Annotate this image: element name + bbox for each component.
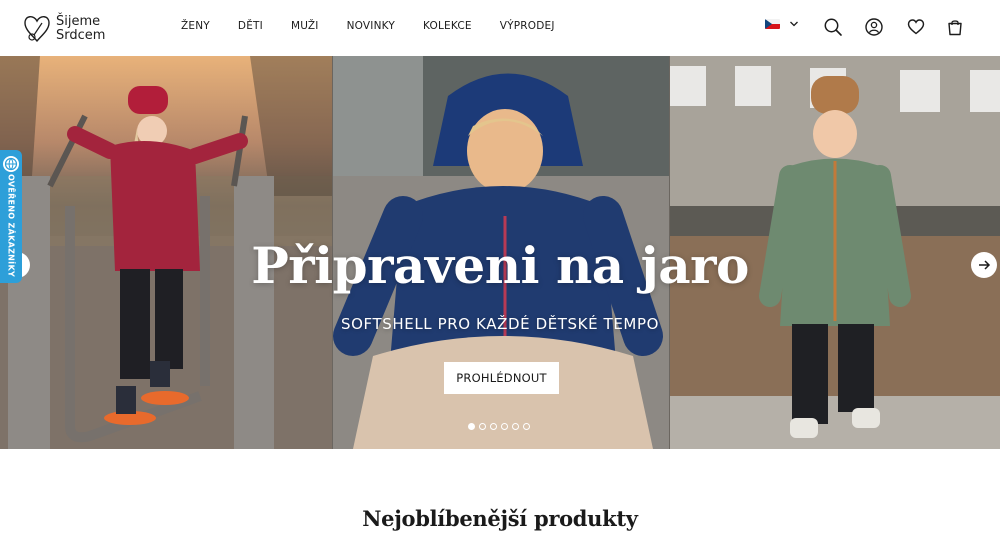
verified-badge-text: OVĚŘENO ZÁKAZNÍKY	[6, 173, 16, 278]
hero-subtitle: SOFTSHELL PRO KAŽDÉ DĚTSKÉ TEMPO	[341, 315, 659, 333]
heart-icon[interactable]	[906, 17, 926, 37]
heart-scissors-logo-icon	[24, 16, 50, 43]
search-icon[interactable]	[823, 17, 843, 37]
hero-title: Připraveni na jaro	[251, 236, 749, 295]
language-selector[interactable]	[765, 19, 799, 29]
slider-dot-2[interactable]	[479, 423, 486, 430]
site-header: Šijeme Srdcem ŽENY DĚTI MUŽI NOVINKY KOL…	[0, 0, 1000, 56]
verified-customers-badge[interactable]: OVĚŘENO ZÁKAZNÍKY	[0, 150, 22, 283]
logo-text: Šijeme Srdcem	[56, 15, 105, 43]
main-nav: ŽENY DĚTI MUŽI NOVINKY KOLEKCE VÝPRODEJ	[181, 20, 583, 32]
hero-cta-button[interactable]: PROHLÉDNOUT	[444, 362, 559, 394]
shopping-bag-icon[interactable]	[945, 17, 965, 37]
nav-item-novinky[interactable]: NOVINKY	[347, 20, 395, 32]
slider-dot-6[interactable]	[523, 423, 530, 430]
section-title-popular-products: Nejoblíbenější produkty	[362, 506, 638, 531]
chevron-down-icon	[790, 21, 798, 27]
nav-item-muzi[interactable]: MUŽI	[291, 20, 319, 32]
nav-item-zeny[interactable]: ŽENY	[181, 20, 210, 32]
slider-dot-3[interactable]	[490, 423, 497, 430]
slider-next-button[interactable]	[971, 252, 997, 278]
account-icon[interactable]	[864, 17, 884, 37]
logo-line-2: Srdcem	[56, 28, 106, 43]
arrow-right-icon	[979, 260, 991, 270]
logo-line-1: Šijeme	[56, 14, 101, 29]
slider-dot-1[interactable]	[468, 423, 475, 430]
slider-dots	[468, 423, 534, 430]
nav-item-vyprodej[interactable]: VÝPRODEJ	[500, 20, 555, 32]
nav-item-deti[interactable]: DĚTI	[238, 20, 263, 32]
czech-flag-icon	[765, 19, 780, 29]
slider-dot-4[interactable]	[501, 423, 508, 430]
hero-slider: Připraveni na jaro SOFTSHELL PRO KAŽDÉ D…	[0, 56, 1000, 449]
logo[interactable]: Šijeme Srdcem	[22, 12, 117, 46]
slider-dot-5[interactable]	[512, 423, 519, 430]
hero-overlay: Připraveni na jaro SOFTSHELL PRO KAŽDÉ D…	[0, 56, 1000, 449]
nav-item-kolekce[interactable]: KOLEKCE	[423, 20, 472, 32]
